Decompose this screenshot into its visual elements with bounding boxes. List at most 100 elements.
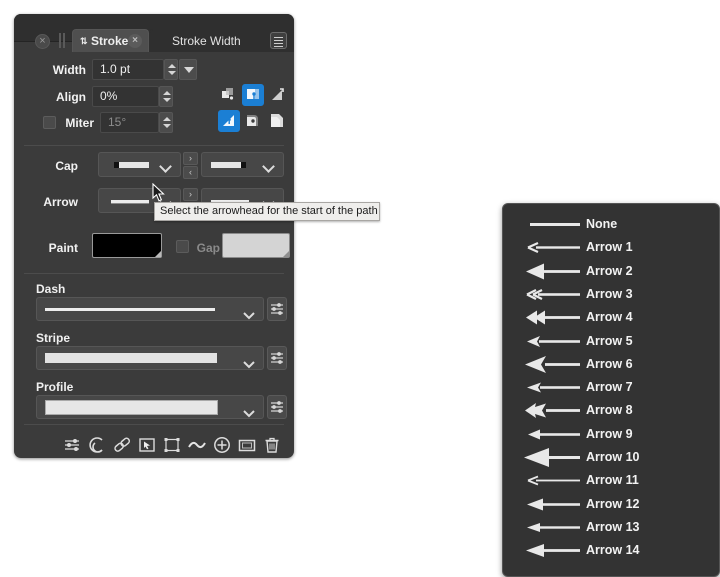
- miter-checkbox[interactable]: [43, 116, 56, 129]
- dash-dropdown[interactable]: [36, 297, 264, 321]
- stripe-label: Stripe: [36, 331, 70, 345]
- cap-start-dropdown[interactable]: [98, 152, 181, 177]
- align-inside-button[interactable]: [242, 84, 264, 106]
- chevron-down-icon: [243, 356, 254, 362]
- arrowhead-preview-barb-small-icon: [522, 330, 594, 353]
- width-input[interactable]: 1.0 pt: [92, 59, 164, 80]
- chevron-down-icon: [161, 162, 172, 168]
- menu-item-arrow-13[interactable]: Arrow 13: [504, 516, 718, 539]
- width-label: Width: [34, 63, 86, 77]
- chevron-updown-icon: ⇅: [80, 30, 88, 52]
- arrowhead-preview-open-thin-icon: [522, 469, 594, 492]
- menu-item-label: Arrow 13: [586, 516, 640, 539]
- menu-item-arrow-14[interactable]: Arrow 14: [504, 539, 718, 562]
- menu-item-label: Arrow 5: [586, 330, 633, 353]
- stroke-panel: × ⇅ Stroke × Stroke Width Width 1.0 pt A…: [14, 14, 294, 458]
- menu-item-arrow-11[interactable]: Arrow 11: [504, 469, 718, 492]
- chevron-down-icon: [243, 307, 254, 313]
- menu-item-label: Arrow 7: [586, 376, 633, 399]
- trash-icon[interactable]: [262, 435, 282, 455]
- arrow-swap-next-button[interactable]: ›: [183, 188, 198, 201]
- arrowhead-dropdown-menu[interactable]: NoneArrow 1Arrow 2Arrow 3Arrow 4Arrow 5A…: [502, 203, 720, 577]
- menu-item-label: Arrow 2: [586, 260, 633, 283]
- menu-item-label: Arrow 11: [586, 469, 639, 492]
- arrowhead-preview-none-icon: [522, 213, 594, 236]
- align-outside-button[interactable]: [266, 84, 288, 106]
- plus-circle-icon[interactable]: [212, 435, 232, 455]
- spiral-rotate-icon[interactable]: [87, 435, 107, 455]
- transform-box-icon[interactable]: [162, 435, 182, 455]
- tooltip: Select the arrowhead for the start of th…: [154, 202, 380, 221]
- arrowhead-preview-triangle-large-icon: [522, 446, 594, 469]
- menu-item-arrow-3[interactable]: Arrow 3: [504, 283, 718, 306]
- width-stepper[interactable]: [164, 59, 178, 80]
- cap-swap-next-button[interactable]: ›: [183, 152, 198, 165]
- wave-icon[interactable]: [187, 435, 207, 455]
- miter-input[interactable]: 15°: [100, 112, 159, 133]
- dash-options-sliders-icon[interactable]: [267, 297, 287, 321]
- menu-item-label: Arrow 10: [586, 446, 640, 469]
- tab-stroke[interactable]: ⇅ Stroke ×: [72, 29, 149, 52]
- chevron-down-icon: [243, 405, 254, 411]
- sliders-icon[interactable]: [62, 435, 82, 455]
- menu-item-arrow-12[interactable]: Arrow 12: [504, 493, 718, 516]
- menu-item-none[interactable]: None: [504, 213, 718, 236]
- rectangle-icon[interactable]: [237, 435, 257, 455]
- join-bevel-button[interactable]: [266, 110, 288, 132]
- arrowhead-preview-stealth-large-icon: [522, 539, 594, 562]
- arrowhead-preview-triangle-small-icon: [522, 423, 594, 446]
- menu-item-label: Arrow 4: [586, 306, 633, 329]
- align-center-button[interactable]: [218, 84, 240, 106]
- menu-item-label: Arrow 14: [586, 539, 640, 562]
- menu-item-arrow-5[interactable]: Arrow 5: [504, 330, 718, 353]
- miter-stepper[interactable]: [159, 112, 173, 133]
- cap-end-dropdown[interactable]: [201, 152, 284, 177]
- join-round-button[interactable]: [242, 110, 264, 132]
- menu-item-arrow-6[interactable]: Arrow 6: [504, 353, 718, 376]
- gap-checkbox[interactable]: [176, 240, 189, 253]
- width-preset-dropdown[interactable]: [179, 59, 197, 80]
- paint-swatch[interactable]: [92, 233, 162, 258]
- menu-item-arrow-9[interactable]: Arrow 9: [504, 423, 718, 446]
- link-icon[interactable]: [112, 435, 132, 455]
- menu-item-arrow-2[interactable]: Arrow 2: [504, 260, 718, 283]
- chevron-down-icon: [264, 162, 275, 168]
- gap-swatch: [222, 233, 290, 258]
- align-stepper[interactable]: [159, 86, 173, 107]
- tab-stroke-close-icon[interactable]: ×: [128, 34, 142, 48]
- panel-close-icon[interactable]: ×: [35, 34, 50, 49]
- align-input[interactable]: 0%: [92, 86, 159, 107]
- profile-dropdown[interactable]: [36, 395, 264, 419]
- divider-2: [24, 273, 284, 274]
- menu-item-label: None: [586, 213, 617, 236]
- arrowhead-preview-notched-large-icon: [522, 399, 594, 422]
- mouse-cursor: [152, 183, 166, 203]
- menu-item-label: Arrow 3: [586, 283, 633, 306]
- hamburger-menu-icon[interactable]: [270, 32, 287, 49]
- arrow-label: Arrow: [34, 195, 78, 209]
- menu-item-label: Arrow 8: [586, 399, 633, 422]
- miter-label: Miter: [58, 116, 94, 130]
- menu-item-arrow-4[interactable]: Arrow 4: [504, 306, 718, 329]
- tab-stroke-width-label: Stroke Width: [172, 30, 241, 52]
- join-miter-button[interactable]: [218, 110, 240, 132]
- menu-item-label: Arrow 9: [586, 423, 633, 446]
- stripe-options-sliders-icon[interactable]: [267, 346, 287, 370]
- menu-item-arrow-7[interactable]: Arrow 7: [504, 376, 718, 399]
- menu-item-label: Arrow 6: [586, 353, 633, 376]
- menu-item-arrow-1[interactable]: Arrow 1: [504, 236, 718, 259]
- stripe-dropdown[interactable]: [36, 346, 264, 370]
- divider-3: [24, 424, 284, 425]
- select-arrow-icon[interactable]: [137, 435, 157, 455]
- menu-item-label: Arrow 1: [586, 236, 633, 259]
- menu-item-arrow-8[interactable]: Arrow 8: [504, 399, 718, 422]
- paint-label: Paint: [34, 241, 78, 255]
- cap-label: Cap: [34, 159, 78, 173]
- menu-item-arrow-10[interactable]: Arrow 10: [504, 446, 718, 469]
- panel-drag-grip[interactable]: [58, 33, 68, 48]
- cap-swap-prev-button[interactable]: ‹: [183, 166, 198, 179]
- profile-options-sliders-icon[interactable]: [267, 395, 287, 419]
- tab-stroke-label: Stroke: [91, 30, 128, 52]
- arrowhead-preview-stealth-small-icon: [522, 516, 594, 539]
- arrowhead-preview-barb-large-icon: [522, 353, 594, 376]
